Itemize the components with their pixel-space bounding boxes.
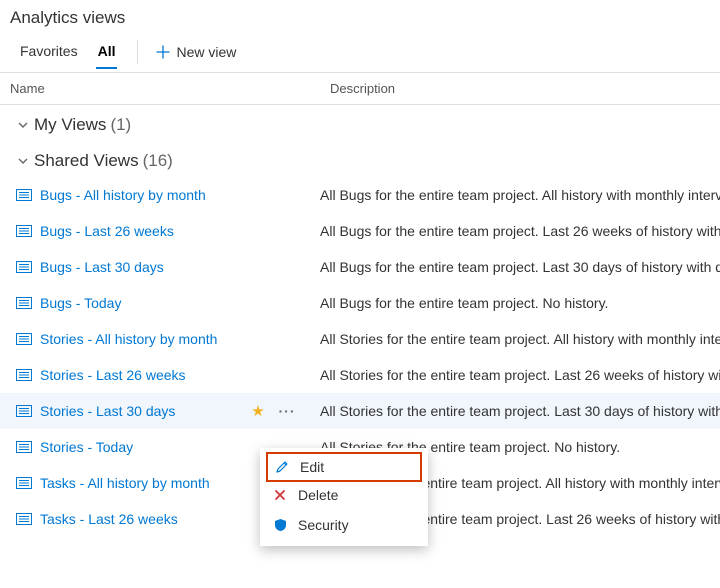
group-shared-views-label: Shared Views — [34, 151, 139, 171]
table-row[interactable]: Bugs - Last 26 weeks★···All Bugs for the… — [0, 213, 720, 249]
analytics-view-icon — [16, 189, 32, 201]
analytics-view-icon — [16, 405, 32, 417]
view-name-link[interactable]: Stories - All history by month — [40, 331, 246, 347]
column-headers: Name Description — [0, 72, 720, 105]
view-name-link[interactable]: Tasks - Last 26 weeks — [40, 511, 246, 527]
column-name[interactable]: Name — [10, 81, 330, 96]
x-icon — [272, 487, 288, 503]
analytics-view-icon — [16, 225, 32, 237]
view-name-link[interactable]: Bugs - Last 30 days — [40, 259, 246, 275]
analytics-view-icon — [16, 333, 32, 345]
context-delete-label: Delete — [298, 487, 338, 503]
view-name-link[interactable]: Stories - Last 26 weeks — [40, 367, 246, 383]
view-description: All Bugs for the entire team project. La… — [304, 259, 720, 275]
page-title: Analytics views — [0, 0, 720, 32]
table-row[interactable]: Bugs - Last 30 days★···All Bugs for the … — [0, 249, 720, 285]
view-name-link[interactable]: Bugs - Today — [40, 295, 246, 311]
table-row[interactable]: Stories - Last 26 weeks★···All Stories f… — [0, 357, 720, 393]
tab-all[interactable]: All — [88, 35, 126, 69]
more-actions-button[interactable]: ··· — [270, 403, 304, 419]
analytics-view-icon — [16, 369, 32, 381]
table-row[interactable]: Stories - All history by month★···All St… — [0, 321, 720, 357]
toolbar: Favorites All New view — [0, 32, 720, 72]
group-my-views-count: (1) — [110, 115, 131, 135]
view-name-link[interactable]: Stories - Today — [40, 439, 246, 455]
analytics-view-icon — [16, 297, 32, 309]
view-name-link[interactable]: Bugs - Last 26 weeks — [40, 223, 246, 239]
analytics-view-icon — [16, 441, 32, 453]
context-menu: Edit Delete Security — [260, 448, 428, 546]
analytics-view-icon — [16, 513, 32, 525]
new-view-label: New view — [176, 44, 236, 60]
context-security-label: Security — [298, 517, 349, 533]
context-menu-edit[interactable]: Edit — [266, 452, 422, 482]
plus-icon — [156, 45, 170, 59]
view-description: All Stories for the entire team project.… — [304, 403, 720, 419]
group-shared-views-count: (16) — [143, 151, 173, 171]
shield-icon — [272, 517, 288, 533]
group-my-views[interactable]: My Views (1) — [0, 105, 720, 141]
table-row[interactable]: Bugs - Today★···All Bugs for the entire … — [0, 285, 720, 321]
favorite-star-icon[interactable]: ★ — [246, 402, 270, 420]
tab-favorites[interactable]: Favorites — [10, 35, 88, 69]
view-name-link[interactable]: Tasks - All history by month — [40, 475, 246, 491]
view-description: All Bugs for the entire team project. Al… — [304, 187, 720, 203]
view-name-link[interactable]: Stories - Last 30 days — [40, 403, 246, 419]
group-my-views-label: My Views — [34, 115, 106, 135]
toolbar-separator — [137, 40, 138, 64]
view-description: All Bugs for the entire team project. No… — [304, 295, 720, 311]
view-description: All Stories for the entire team project.… — [304, 367, 720, 383]
view-description: All Stories for the entire team project.… — [304, 331, 720, 347]
context-edit-label: Edit — [300, 459, 324, 475]
chevron-down-icon — [16, 118, 30, 132]
analytics-view-icon — [16, 261, 32, 273]
chevron-down-icon — [16, 154, 30, 168]
group-shared-views[interactable]: Shared Views (16) — [0, 141, 720, 177]
analytics-view-icon — [16, 477, 32, 489]
context-menu-security[interactable]: Security — [260, 510, 428, 540]
new-view-button[interactable]: New view — [150, 38, 242, 66]
view-name-link[interactable]: Bugs - All history by month — [40, 187, 246, 203]
table-row[interactable]: Stories - Last 30 days★···All Stories fo… — [0, 393, 720, 429]
context-menu-delete[interactable]: Delete — [260, 480, 428, 510]
table-row[interactable]: Bugs - All history by month★···All Bugs … — [0, 177, 720, 213]
pencil-icon — [274, 459, 290, 475]
view-description: All Bugs for the entire team project. La… — [304, 223, 720, 239]
column-description[interactable]: Description — [330, 81, 710, 96]
